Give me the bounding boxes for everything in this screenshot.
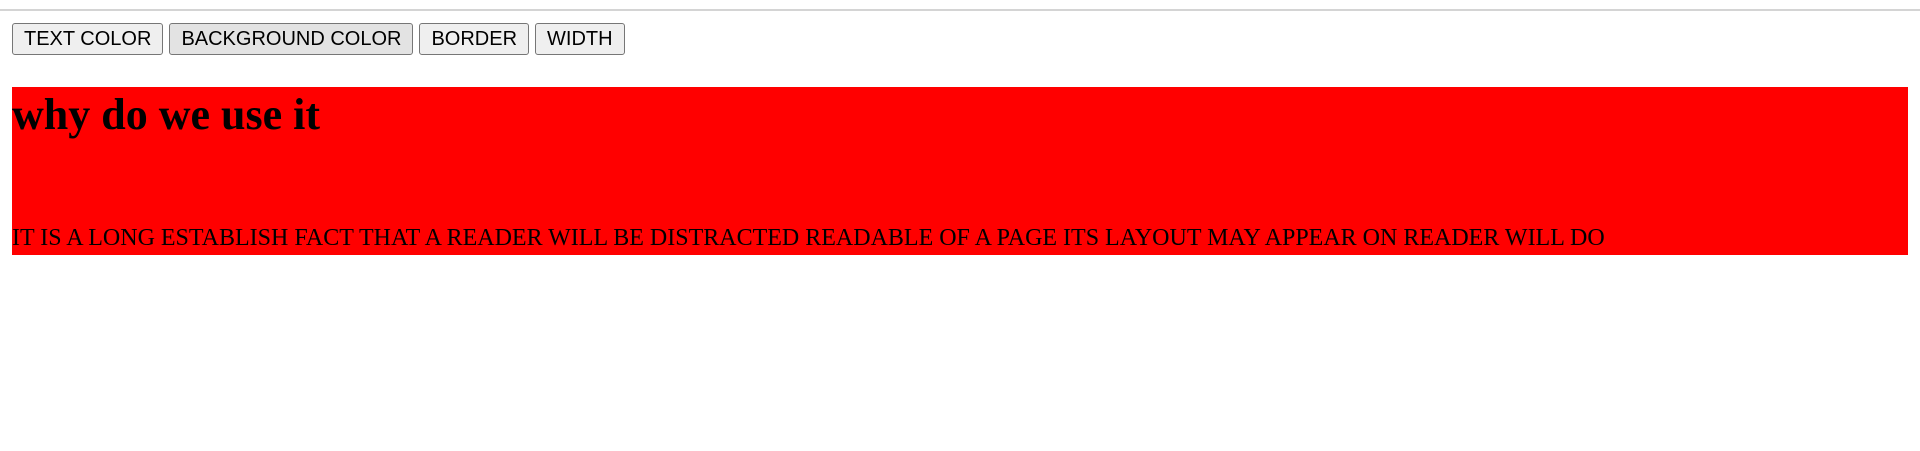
width-button[interactable]: WIDTH xyxy=(535,23,625,55)
content-heading: why do we use it xyxy=(12,90,321,139)
background-color-button[interactable]: BACKGROUND COLOR xyxy=(169,23,414,55)
text-color-button[interactable]: TEXT COLOR xyxy=(12,23,164,55)
border-button[interactable]: BORDER xyxy=(419,23,530,55)
content-paragraph: IT IS A LONG ESTABLISH FACT THAT A READE… xyxy=(12,225,1605,251)
style-toolbar: TEXT COLOR BACKGROUND COLOR BORDER WIDTH xyxy=(12,23,625,55)
top-divider xyxy=(0,9,1920,11)
styled-content-box: why do we use it IT IS A LONG ESTABLISH … xyxy=(12,87,1908,255)
